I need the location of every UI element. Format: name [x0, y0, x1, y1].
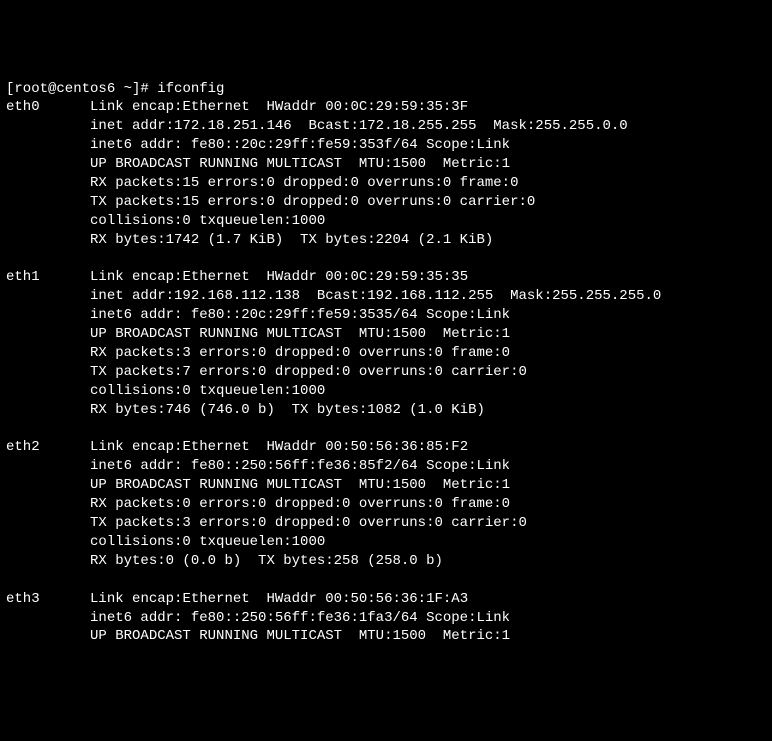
shell-prompt: [root@centos6 ~]#: [6, 81, 157, 97]
iface-detail: UP BROADCAST RUNNING MULTICAST MTU:1500 …: [90, 326, 510, 342]
iface-detail: inet addr:172.18.251.146 Bcast:172.18.25…: [90, 118, 628, 134]
iface-line: collisions:0 txqueuelen:1000: [6, 382, 766, 401]
terminal-output[interactable]: [root@centos6 ~]# ifconfigeth0 Link enca…: [6, 80, 766, 647]
iface-detail: RX packets:3 errors:0 dropped:0 overruns…: [90, 345, 510, 361]
prompt-line: [root@centos6 ~]# ifconfig: [6, 80, 766, 99]
command-text: ifconfig: [157, 81, 224, 97]
iface-line: eth0 Link encap:Ethernet HWaddr 00:0C:29…: [6, 98, 766, 117]
iface-line: RX bytes:746 (746.0 b) TX bytes:1082 (1.…: [6, 401, 766, 420]
iface-detail: TX packets:15 errors:0 dropped:0 overrun…: [90, 194, 535, 210]
blank-line: [6, 250, 766, 269]
iface-detail: Link encap:Ethernet HWaddr 00:50:56:36:1…: [90, 591, 468, 607]
iface-detail: UP BROADCAST RUNNING MULTICAST MTU:1500 …: [90, 477, 510, 493]
iface-name: eth1: [6, 269, 40, 285]
iface-detail: RX bytes:746 (746.0 b) TX bytes:1082 (1.…: [90, 402, 485, 418]
iface-line: UP BROADCAST RUNNING MULTICAST MTU:1500 …: [6, 627, 766, 646]
iface-name: eth3: [6, 591, 40, 607]
iface-name: eth0: [6, 99, 40, 115]
iface-line: RX packets:0 errors:0 dropped:0 overruns…: [6, 495, 766, 514]
iface-detail: collisions:0 txqueuelen:1000: [90, 534, 325, 550]
iface-line: RX bytes:0 (0.0 b) TX bytes:258 (258.0 b…: [6, 552, 766, 571]
iface-detail: Link encap:Ethernet HWaddr 00:0C:29:59:3…: [90, 269, 468, 285]
iface-line: inet6 addr: fe80::20c:29ff:fe59:3535/64 …: [6, 306, 766, 325]
iface-detail: TX packets:3 errors:0 dropped:0 overruns…: [90, 515, 527, 531]
iface-line: inet addr:172.18.251.146 Bcast:172.18.25…: [6, 117, 766, 136]
iface-detail: collisions:0 txqueuelen:1000: [90, 383, 325, 399]
iface-line: inet6 addr: fe80::20c:29ff:fe59:353f/64 …: [6, 136, 766, 155]
iface-line: UP BROADCAST RUNNING MULTICAST MTU:1500 …: [6, 155, 766, 174]
iface-line: inet addr:192.168.112.138 Bcast:192.168.…: [6, 287, 766, 306]
iface-detail: RX packets:0 errors:0 dropped:0 overruns…: [90, 496, 510, 512]
iface-detail: Link encap:Ethernet HWaddr 00:0C:29:59:3…: [90, 99, 468, 115]
iface-detail: collisions:0 txqueuelen:1000: [90, 213, 325, 229]
iface-detail: RX packets:15 errors:0 dropped:0 overrun…: [90, 175, 518, 191]
iface-line: TX packets:7 errors:0 dropped:0 overruns…: [6, 363, 766, 382]
iface-line: eth2 Link encap:Ethernet HWaddr 00:50:56…: [6, 438, 766, 457]
iface-line: collisions:0 txqueuelen:1000: [6, 212, 766, 231]
iface-line: UP BROADCAST RUNNING MULTICAST MTU:1500 …: [6, 325, 766, 344]
iface-detail: inet6 addr: fe80::20c:29ff:fe59:353f/64 …: [90, 137, 510, 153]
iface-line: RX packets:15 errors:0 dropped:0 overrun…: [6, 174, 766, 193]
iface-detail: RX bytes:0 (0.0 b) TX bytes:258 (258.0 b…: [90, 553, 443, 569]
iface-detail: UP BROADCAST RUNNING MULTICAST MTU:1500 …: [90, 156, 510, 172]
iface-detail: UP BROADCAST RUNNING MULTICAST MTU:1500 …: [90, 628, 510, 644]
iface-line: inet6 addr: fe80::250:56ff:fe36:1fa3/64 …: [6, 609, 766, 628]
iface-detail: inet6 addr: fe80::250:56ff:fe36:1fa3/64 …: [90, 610, 510, 626]
iface-detail: inet addr:192.168.112.138 Bcast:192.168.…: [90, 288, 661, 304]
iface-line: TX packets:15 errors:0 dropped:0 overrun…: [6, 193, 766, 212]
iface-line: eth1 Link encap:Ethernet HWaddr 00:0C:29…: [6, 268, 766, 287]
iface-line: UP BROADCAST RUNNING MULTICAST MTU:1500 …: [6, 476, 766, 495]
iface-detail: TX packets:7 errors:0 dropped:0 overruns…: [90, 364, 527, 380]
iface-name: eth2: [6, 439, 40, 455]
iface-line: RX packets:3 errors:0 dropped:0 overruns…: [6, 344, 766, 363]
iface-detail: inet6 addr: fe80::250:56ff:fe36:85f2/64 …: [90, 458, 510, 474]
iface-line: collisions:0 txqueuelen:1000: [6, 533, 766, 552]
iface-line: TX packets:3 errors:0 dropped:0 overruns…: [6, 514, 766, 533]
iface-line: inet6 addr: fe80::250:56ff:fe36:85f2/64 …: [6, 457, 766, 476]
iface-line: eth3 Link encap:Ethernet HWaddr 00:50:56…: [6, 590, 766, 609]
iface-detail: inet6 addr: fe80::20c:29ff:fe59:3535/64 …: [90, 307, 510, 323]
blank-line: [6, 571, 766, 590]
blank-line: [6, 420, 766, 439]
iface-detail: Link encap:Ethernet HWaddr 00:50:56:36:8…: [90, 439, 468, 455]
iface-detail: RX bytes:1742 (1.7 KiB) TX bytes:2204 (2…: [90, 232, 493, 248]
iface-line: RX bytes:1742 (1.7 KiB) TX bytes:2204 (2…: [6, 231, 766, 250]
